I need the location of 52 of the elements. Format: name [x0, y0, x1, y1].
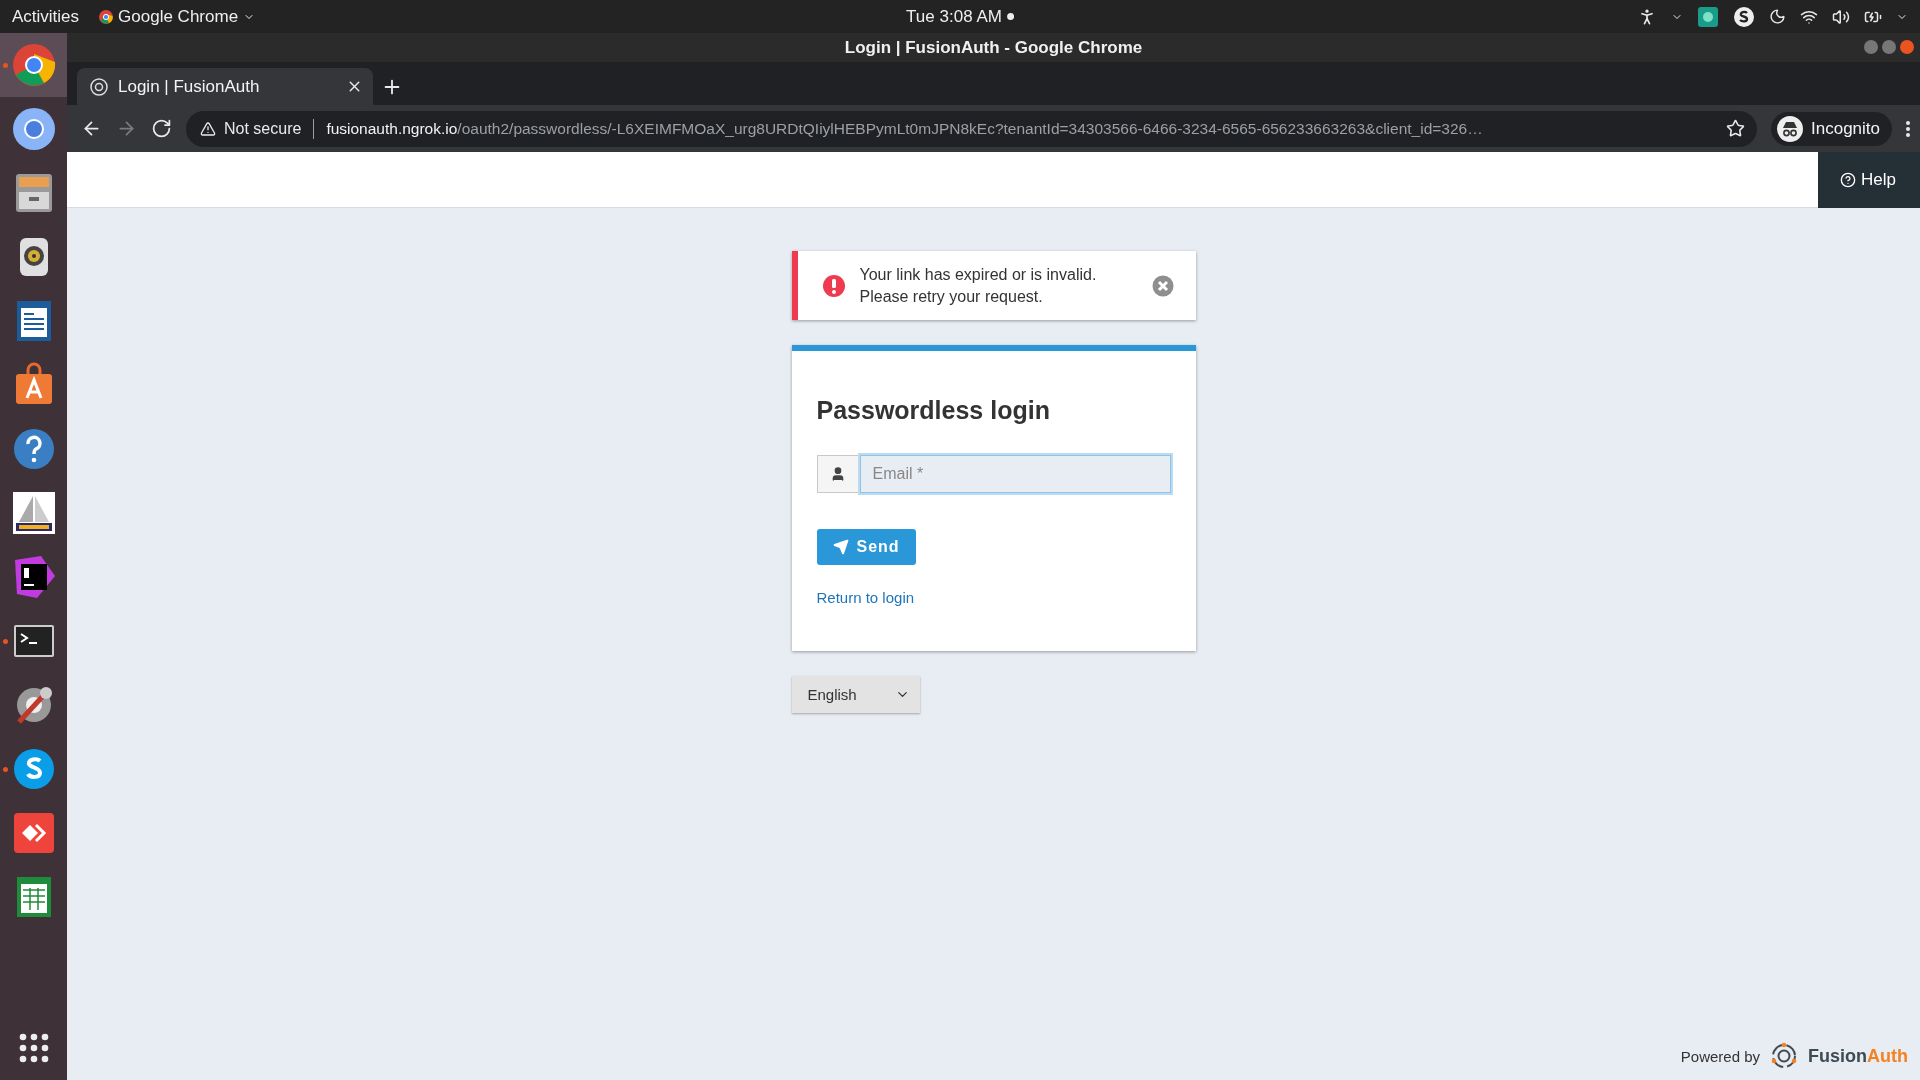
alert-message: Please retry your request. — [859, 286, 1044, 307]
running-indicator — [3, 639, 8, 644]
return-to-login-link[interactable]: Return to login — [816, 589, 915, 606]
dock-item[interactable] — [0, 33, 67, 97]
app-menu-label: Google Chrome — [118, 6, 239, 27]
menu-icon — [1906, 120, 1910, 137]
user-icon — [830, 466, 846, 482]
running-indicator — [3, 767, 8, 772]
puzzle-icon[interactable] — [1697, 5, 1719, 28]
chat-icon[interactable] — [1733, 5, 1755, 28]
brand-name: FusionAuth — [1808, 1045, 1908, 1067]
menu-button[interactable] — [1906, 120, 1910, 137]
help-button[interactable]: Help — [1818, 152, 1920, 208]
running-indicator — [3, 63, 8, 68]
notification-dot-icon — [1006, 13, 1014, 20]
chrome-icon[interactable] — [10, 42, 57, 88]
close-button[interactable] — [1900, 40, 1914, 54]
browser-icon[interactable] — [10, 106, 57, 152]
reload-icon — [151, 118, 172, 139]
reload-button[interactable] — [151, 118, 172, 139]
warning-icon — [200, 120, 216, 137]
profile-label: Incognito — [1811, 118, 1880, 139]
window-title: Login | FusionAuth - Google Chrome — [844, 37, 1143, 58]
powered-by-text: Powered by — [1680, 1047, 1760, 1065]
incognito-icon — [1777, 115, 1803, 142]
logo-icon — [1770, 1042, 1798, 1070]
security-label: Not secure — [224, 119, 302, 138]
clock[interactable]: Tue 3:08 AM — [906, 6, 1002, 27]
bookmark-star-icon[interactable] — [1726, 119, 1745, 138]
help-icon — [1840, 172, 1857, 188]
email-field[interactable]: Email * — [859, 455, 1171, 493]
profile-chip[interactable]: Incognito — [1771, 111, 1892, 146]
show-apps-icon[interactable] — [17, 1032, 50, 1064]
app-menu[interactable]: Google Chrome — [99, 6, 256, 27]
paper-plane-icon — [832, 539, 849, 555]
alert-message: Your link has expired or is invalid. — [859, 264, 1098, 285]
site-icon — [90, 77, 108, 96]
volume-icon[interactable] — [1832, 7, 1850, 26]
form-title: Passwordless login — [816, 396, 1050, 425]
tab-title: Login | FusionAuth — [118, 76, 261, 97]
browser-tab[interactable]: Login | FusionAuth — [77, 68, 373, 105]
language-select[interactable]: English — [791, 676, 920, 713]
activities-button[interactable]: Activities — [12, 6, 80, 27]
sailboat-icon[interactable] — [10, 490, 57, 536]
url-text: fusionauth.ngrok.io/oauth2/passwordless/-L6XEIMFMOaX_urg8URDtQIiylHEBPymLt0mJPN8kEc?tenantId=34303566-6466-3234-6565-656233663263&client_id=326… — [326, 119, 1484, 138]
minimize-button[interactable] — [1864, 40, 1878, 54]
maximize-button[interactable] — [1882, 40, 1896, 54]
chrome-icon — [99, 9, 114, 24]
address-bar[interactable]: Not secure fusionauth.ngrok.io/oauth2/passwordless/-L6XEIMFMOaX_urg8URDtQIiylHEBPymLt0mJPN8kEc?tenantId=34303566-6466-3234-6565-656233663263&client_id=326… — [186, 110, 1757, 147]
error-icon — [821, 273, 846, 298]
close-icon[interactable] — [1151, 274, 1174, 297]
night-light-icon[interactable] — [1769, 8, 1786, 25]
